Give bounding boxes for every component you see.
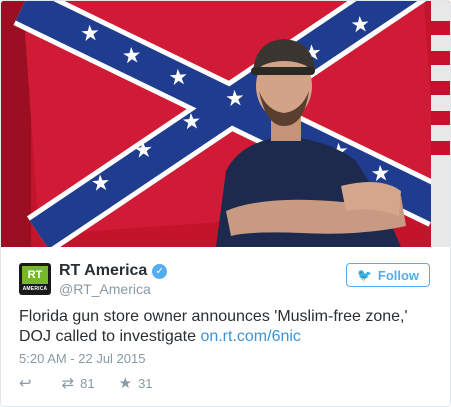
follow-label: Follow	[377, 267, 420, 283]
svg-text:★: ★	[224, 86, 245, 112]
star-icon: ★	[118, 374, 133, 392]
tweet-photo[interactable]: ★ ★ ★ ★ ★ ★ ★ ★ ★ ★ ★ ★	[1, 1, 450, 247]
avatar-label: AMERICA	[22, 286, 48, 292]
tweet-photo-image: ★ ★ ★ ★ ★ ★ ★ ★ ★ ★ ★ ★	[1, 1, 450, 247]
tweet-actions: ↩ ⇄ 81 ★ 31	[19, 373, 177, 393]
tweet-text: Florida gun store owner announces 'Musli…	[19, 307, 433, 347]
verified-badge-icon: ✓	[152, 263, 168, 279]
tweet-card: ★ ★ ★ ★ ★ ★ ★ ★ ★ ★ ★ ★	[0, 0, 451, 407]
tweet-body: RT AMERICA RT America ✓ @RT_America 🐦 Fo…	[1, 247, 450, 406]
twitter-bird-icon: 🐦	[356, 268, 372, 282]
favorite-count: 31	[138, 375, 153, 391]
user-name-line: RT America ✓	[59, 261, 168, 281]
svg-text:★: ★	[90, 171, 111, 197]
svg-text:★: ★	[349, 12, 370, 38]
avatar-logo: RT	[22, 266, 48, 284]
avatar[interactable]: RT AMERICA	[19, 263, 51, 295]
tweet-timestamp[interactable]: 5:20 AM - 22 Jul 2015	[19, 351, 145, 366]
retweet-icon: ⇄	[61, 374, 75, 392]
svg-text:★: ★	[121, 43, 142, 69]
reply-button[interactable]: ↩	[19, 374, 38, 392]
reply-icon: ↩	[19, 374, 32, 392]
retweet-button[interactable]: ⇄ 81	[62, 374, 95, 392]
svg-text:★: ★	[133, 138, 154, 164]
svg-text:★: ★	[181, 109, 202, 135]
display-name[interactable]: RT America	[59, 262, 147, 280]
tweet-link[interactable]: on.rt.com/6nic	[200, 328, 300, 345]
user-handle[interactable]: @RT_America	[59, 281, 151, 297]
retweet-count: 81	[80, 375, 95, 391]
svg-text:★: ★	[168, 65, 189, 91]
svg-text:★: ★	[79, 21, 100, 47]
follow-button[interactable]: 🐦 Follow	[346, 263, 430, 287]
favorite-button[interactable]: ★ 31	[119, 374, 153, 392]
